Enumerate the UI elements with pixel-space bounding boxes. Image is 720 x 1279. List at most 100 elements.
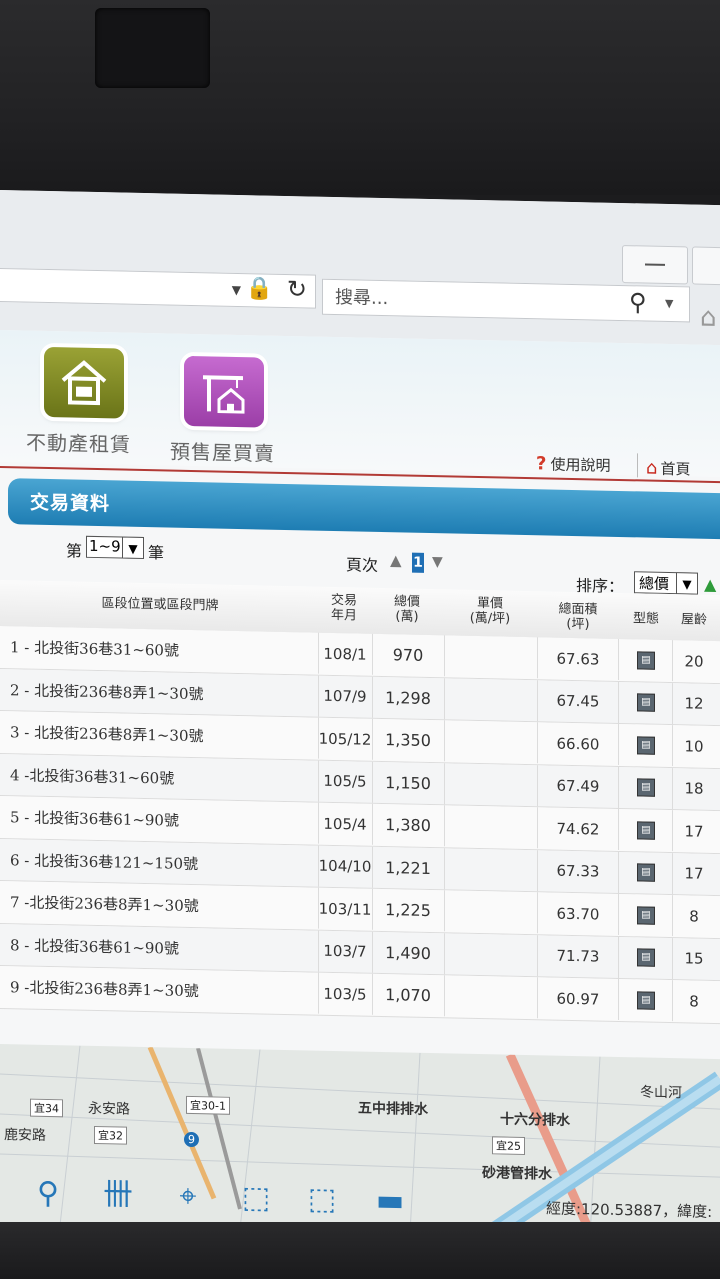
- price-cell: 1,221: [372, 846, 443, 889]
- map-label-yongan: 永安路: [88, 1100, 130, 1118]
- current-page[interactable]: 1: [412, 552, 424, 573]
- select-rect-icon[interactable]: ⬚: [234, 1177, 278, 1220]
- type-cell: ▤: [620, 893, 673, 937]
- building-type-icon[interactable]: ▤: [637, 990, 655, 1010]
- screen: ▼ 🔒 ↻ ⚲ ▼ ⌂: [0, 190, 720, 1240]
- area-cell: 63.70: [538, 892, 619, 935]
- col-price-line2: (萬): [395, 609, 419, 625]
- coordinate-readout: 經度:120.53887，緯度:: [546, 1199, 713, 1221]
- map-road-chip: 宜25: [492, 1136, 525, 1155]
- date-cell: 107/9: [318, 675, 371, 718]
- presale-app-label[interactable]: 預售屋買賣: [170, 436, 275, 467]
- building-type-icon[interactable]: ▤: [637, 650, 655, 670]
- chevron-down-icon[interactable]: ▼: [676, 572, 698, 595]
- lock-icon[interactable]: 🔒: [246, 276, 273, 302]
- next-page-icon[interactable]: ▼: [432, 554, 443, 570]
- address-cell: 5 - 北投街36巷61~90號: [10, 808, 179, 830]
- col-type[interactable]: 型態: [620, 611, 672, 627]
- age-cell: 12: [684, 694, 704, 713]
- building-type-icon[interactable]: ▤: [637, 778, 655, 797]
- map-panel[interactable]: 五中排排水 十六分排水 砂港管排水 永安路 鹿安路 冬山河 宜34 宜30-1 …: [0, 1044, 720, 1240]
- sort-ascending-icon[interactable]: ▲: [704, 575, 716, 594]
- building-type-icon[interactable]: ▤: [637, 863, 655, 882]
- table-body: 1 - 北投街36巷31~60號 108/1 970 67.63 ▤ 20 2 - 北投街2…: [0, 626, 720, 1024]
- type-cell: ▤: [620, 638, 673, 682]
- date-cell: 105/12: [318, 717, 371, 760]
- building-type-icon[interactable]: ▤: [637, 905, 655, 925]
- address-cell: 7 -北投街236巷8弄1~30號: [10, 893, 199, 916]
- rent-app-label[interactable]: 不動產租賃: [26, 427, 131, 458]
- maximize-button[interactable]: [692, 246, 720, 286]
- col-price[interactable]: 總價 (萬): [372, 594, 442, 625]
- date-cell: 104/10: [318, 845, 371, 888]
- print-icon[interactable]: ▬: [368, 1180, 412, 1223]
- price-cell: 1,225: [372, 888, 443, 932]
- chevron-down-icon[interactable]: ▼: [122, 536, 144, 560]
- building-type-icon[interactable]: ▤: [637, 948, 655, 967]
- building-type-icon[interactable]: ▤: [637, 735, 655, 755]
- unit-price-cell: [444, 720, 538, 764]
- col-area-line2: (坪): [566, 616, 590, 633]
- minimize-button[interactable]: [622, 245, 688, 285]
- address-dropdown-icon[interactable]: ▼: [232, 283, 241, 297]
- house-rent-icon: [61, 360, 107, 406]
- area-cell: 67.63: [538, 637, 619, 680]
- select-area-icon[interactable]: ⬚: [300, 1178, 344, 1221]
- unit-price-cell: [444, 762, 538, 806]
- search-icon[interactable]: ⚲: [629, 288, 647, 316]
- unit-price-cell: [444, 932, 538, 976]
- map-pin-icon[interactable]: ⌖: [166, 1175, 210, 1218]
- col-date[interactable]: 交易 年月: [318, 593, 370, 624]
- col-age[interactable]: 屋齡: [674, 612, 714, 628]
- address-cell: 1 - 北投街36巷31~60號: [10, 638, 179, 660]
- col-unit-line2: (萬/坪): [469, 610, 511, 627]
- browser-home-icon[interactable]: ⌂: [700, 303, 717, 333]
- unit-price-cell: [444, 975, 538, 1019]
- home-label: 首頁: [660, 459, 691, 479]
- divider: [637, 453, 638, 478]
- page-label: 頁次: [346, 555, 379, 575]
- web-page: 不動產租賃 預售屋買賣 ? 使用說明 ⌂ 首頁 交易資料 第 1~9 ▼ 筆 頁…: [0, 330, 720, 1240]
- col-address[interactable]: 區段位置或區段門牌: [10, 594, 310, 615]
- site-header: 不動產租賃 預售屋買賣 ? 使用說明 ⌂ 首頁: [0, 330, 720, 480]
- parcel-grid-icon[interactable]: 卌: [96, 1174, 140, 1217]
- locate-user-icon[interactable]: ⚲: [26, 1173, 70, 1216]
- search-input[interactable]: [323, 279, 617, 320]
- search-dropdown-icon[interactable]: ▼: [665, 297, 673, 310]
- price-cell: 1,380: [372, 803, 443, 847]
- type-cell: ▤: [620, 851, 673, 894]
- col-date-line1: 交易: [330, 592, 357, 609]
- webcam: [95, 8, 210, 88]
- map-label-wuzhong: 五中排排水: [358, 1100, 428, 1118]
- building-type-icon[interactable]: ▤: [637, 693, 655, 712]
- col-price-line1: 總價: [393, 594, 420, 610]
- unit-price-cell: [444, 677, 538, 721]
- building-type-icon[interactable]: ▤: [637, 820, 655, 840]
- help-link[interactable]: ? 使用說明: [536, 453, 610, 476]
- col-area[interactable]: 總面積 (坪): [538, 601, 618, 633]
- age-cell: 20: [684, 651, 704, 671]
- home-icon: ⌂: [646, 457, 658, 479]
- unit-price-cell: [444, 890, 538, 934]
- home-link[interactable]: ⌂ 首頁: [646, 458, 690, 480]
- unit-price-cell: [444, 635, 538, 679]
- address-cell: 9 -北投街236巷8弄1~30號: [10, 978, 199, 1001]
- col-unit-price[interactable]: 單價 (萬/坪): [444, 595, 536, 627]
- area-cell: 66.60: [538, 722, 619, 765]
- map-road-chip: 宜30-1: [186, 1095, 230, 1115]
- date-cell: 105/4: [318, 802, 371, 845]
- address-bar[interactable]: ▼ 🔒 ↻: [0, 267, 316, 309]
- rent-app-button[interactable]: [44, 346, 124, 419]
- presale-app-button[interactable]: [184, 355, 264, 428]
- search-box[interactable]: ⚲ ▼: [322, 278, 690, 323]
- prev-page-icon[interactable]: ▲: [390, 551, 402, 569]
- price-cell: 1,150: [372, 761, 443, 804]
- refresh-icon[interactable]: ↻: [287, 275, 307, 303]
- address-cell: 8 - 北投街36巷61~90號: [10, 935, 179, 958]
- unit-price-cell: [444, 805, 538, 849]
- price-cell: 1,350: [372, 718, 443, 762]
- map-label-shiliufen: 十六分排水: [500, 1111, 570, 1129]
- price-cell: 970: [372, 633, 443, 677]
- age-cell: 10: [684, 736, 704, 756]
- type-cell: ▤: [620, 936, 673, 979]
